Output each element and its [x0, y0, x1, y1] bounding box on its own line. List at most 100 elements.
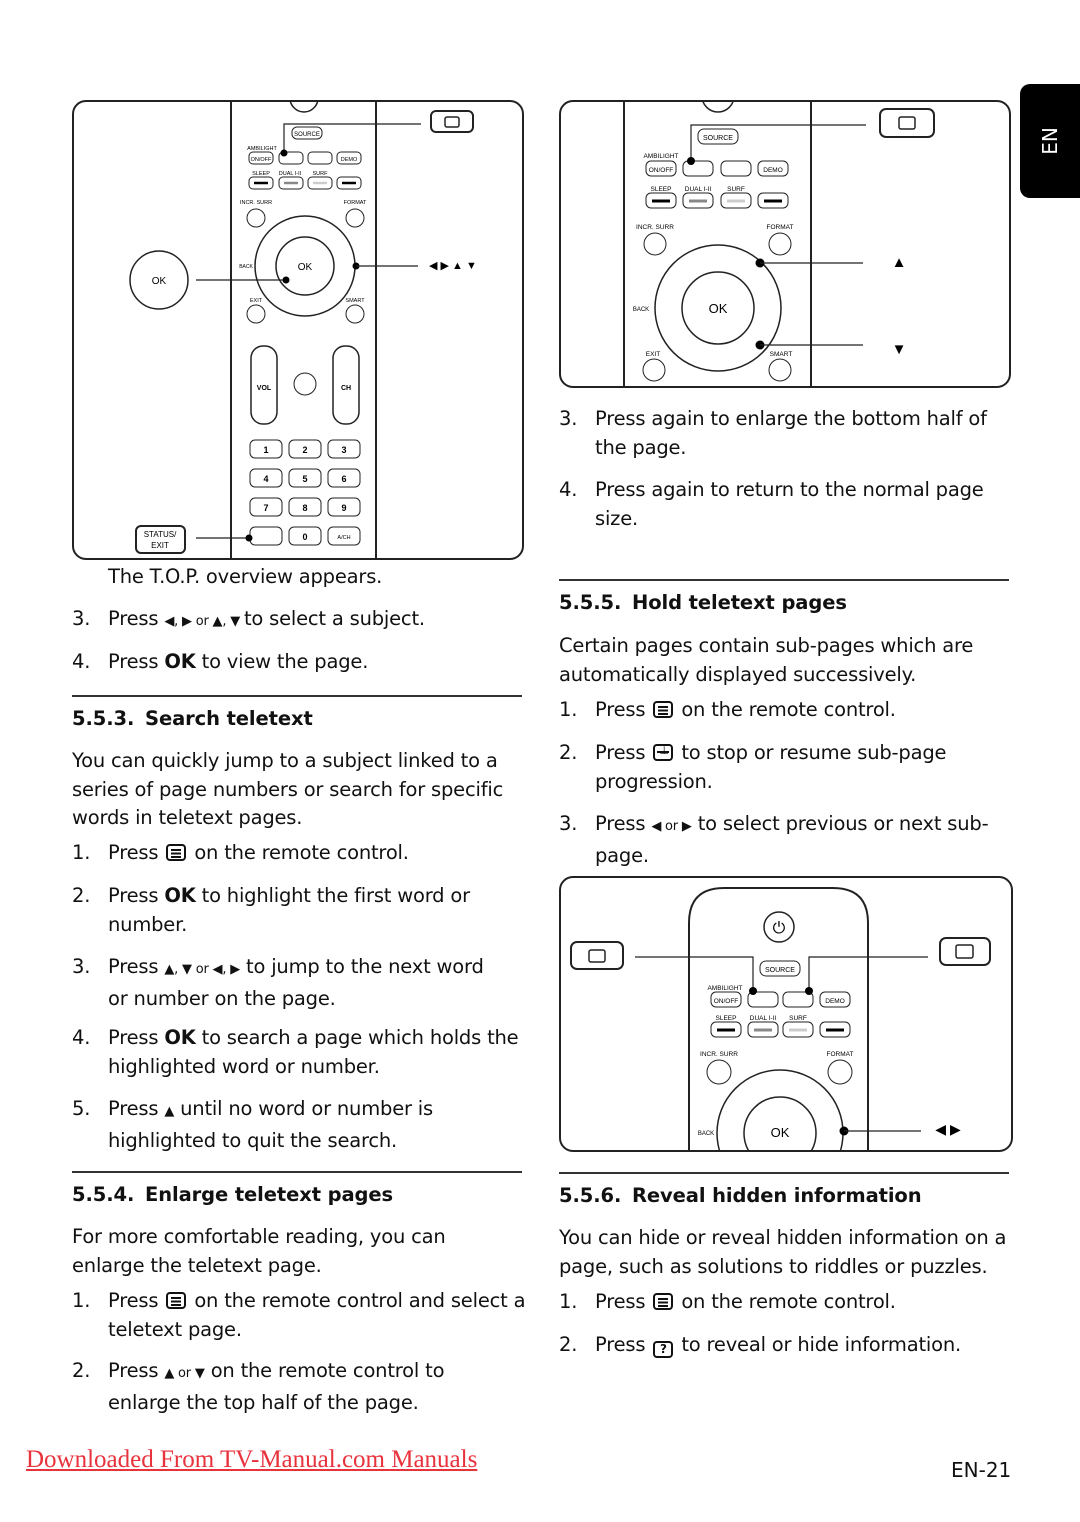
step-text: Press ▲ until no word or number is highl…: [108, 1095, 478, 1155]
step-number: 3.: [72, 955, 91, 978]
hold-intro: Certain pages contain sub-pages which ar…: [559, 634, 974, 686]
step-text: Press OK to search a page which holds th…: [108, 1024, 528, 1081]
teletext-icon: [588, 949, 606, 963]
step-text-part: on the remote control.: [681, 1290, 896, 1313]
step-text: Press ? to reveal or hide information.: [595, 1331, 1015, 1360]
nav-arrows-icons: ◀, ▶ or ▲, ▼: [164, 614, 244, 629]
sleep-label: SLEEP: [252, 171, 270, 177]
status-exit-callout: STATUS/: [144, 530, 177, 539]
ok-callout-label: OK: [152, 276, 167, 287]
step-number: 4.: [72, 1026, 91, 1049]
incr-surr-label: INCR. SURR: [240, 200, 272, 206]
back-label: BACK: [698, 1131, 714, 1137]
top-overview-text: The T.O.P. overview appears.: [108, 565, 383, 588]
step-text-part: Press: [595, 741, 646, 764]
step-text: Press on the remote control.: [108, 839, 528, 868]
teletext-icon: [898, 116, 916, 130]
up-arrow-callout: ▲: [892, 254, 907, 271]
step-number: 2.: [559, 1333, 578, 1356]
ambilight-label: AMBILIGHT: [707, 985, 742, 992]
step-text: Press ◀, ▶ or ▲, ▼ to select a subject.: [108, 605, 528, 637]
step-text-part: to highlight the first word or number.: [108, 884, 470, 936]
step-text: Press on the remote control.: [595, 1288, 1015, 1317]
step-text-part: on the remote control.: [194, 841, 409, 864]
format-label: FORMAT: [827, 1051, 854, 1058]
sleep-label: SLEEP: [716, 1015, 737, 1022]
step-text-part: Press: [108, 1026, 159, 1049]
step-text-part: Press: [108, 607, 165, 630]
step-text-part: Press: [108, 650, 165, 673]
step-text: Press OK to view the page.: [108, 648, 528, 677]
step-text: Press again to enlarge the bottom half o…: [595, 407, 987, 459]
ok-key-label: OK: [164, 1026, 196, 1049]
step-text-part: on the remote control.: [681, 698, 896, 721]
hold-page-icon: [653, 744, 674, 761]
teletext-icon: [653, 701, 674, 718]
step-text-part: Press: [595, 698, 646, 721]
left-right-arrow-icons: ◀ or ▶: [651, 819, 692, 834]
step-text-part: Press: [595, 1290, 646, 1313]
format-label: FORMAT: [344, 200, 367, 206]
surf-label: SURF: [727, 186, 745, 193]
exit-label: EXIT: [646, 351, 660, 358]
step-text-part: Press: [108, 841, 159, 864]
digit-1: 1: [263, 445, 268, 455]
section-divider: [72, 695, 522, 697]
digit-2: 2: [302, 445, 307, 455]
source-label: SOURCE: [294, 132, 320, 138]
reveal-question-icon: ?: [653, 1341, 674, 1358]
step-number: 2.: [72, 1359, 91, 1382]
remote-figure-enlarge: SOURCE AMBILIGHT ON/OFF DEMO SLEEP DUAL …: [559, 100, 1011, 388]
section-number: 5.5.4.: [72, 1183, 135, 1206]
digit-6: 6: [341, 474, 346, 484]
language-tab: EN: [1020, 84, 1080, 198]
section-title: Hold teletext pages: [632, 591, 847, 614]
step-number: 3.: [559, 812, 578, 835]
onoff-label: ON/OFF: [714, 998, 739, 1005]
section-heading-reveal-hidden: 5.5.6. Reveal hidden information: [559, 1184, 922, 1207]
step-text-part: Press: [108, 955, 159, 978]
source-label: SOURCE: [765, 967, 795, 974]
dual-label: DUAL I-II: [685, 186, 712, 193]
vol-label: VOL: [257, 385, 272, 392]
demo-label: DEMO: [341, 157, 358, 163]
nav-arrows-icons: ▲, ▼ or ◀, ▶: [164, 962, 241, 977]
step-text-part: on the remote control to enlarge the top…: [108, 1359, 445, 1414]
step-text-part: Press: [108, 1359, 159, 1382]
exit-label: EXIT: [250, 298, 263, 304]
step-text: Press on the remote control.: [595, 696, 1015, 725]
nav-arrows-callout: ◀ ▶ ▲ ▼: [429, 260, 477, 272]
step-text-part: to reveal or hide information.: [681, 1333, 962, 1356]
digit-0: 0: [302, 532, 307, 542]
teletext-icon: [166, 1292, 187, 1309]
step-number: 1.: [72, 1289, 91, 1312]
remote-illustration: ⏻ SOURCE AMBILIGHT ON/OFF DEMO SLEEP DUA…: [570, 887, 991, 1150]
surf-label: SURF: [313, 171, 329, 177]
step-text: Press ▲ or ▼ on the remote control to en…: [108, 1357, 508, 1417]
remote-figure-top-navigation: SOURCE AMBILIGHT ON/OFF DEMO SLEEP DUAL …: [72, 100, 524, 560]
back-label: BACK: [633, 307, 649, 313]
step-number: 3.: [559, 407, 578, 430]
incr-surr-label: INCR. SURR: [636, 224, 674, 231]
format-label: FORMAT: [767, 224, 794, 231]
download-source-link[interactable]: Downloaded From TV-Manual.com Manuals: [26, 1446, 477, 1474]
section-number: 5.5.6.: [559, 1184, 622, 1207]
smart-label: SMART: [770, 351, 793, 358]
enlarge-intro: For more comfortable reading, you can en…: [72, 1225, 446, 1277]
section-heading-hold-teletext: 5.5.5. Hold teletext pages: [559, 591, 847, 614]
step-text-part: Press: [108, 1289, 159, 1312]
section-divider: [559, 1172, 1009, 1174]
ch-label: CH: [341, 385, 351, 392]
step-text: Press again to return to the normal page…: [595, 478, 984, 530]
section-heading-search-teletext: 5.5.3. Search teletext: [72, 707, 313, 730]
step-text: Press OK to highlight the first word or …: [108, 882, 508, 939]
step-number: 2.: [72, 884, 91, 907]
search-intro: You can quickly jump to a subject linked…: [72, 749, 504, 829]
step-text: Press to stop or resume sub-page progres…: [595, 739, 995, 796]
remote-illustration: SOURCE AMBILIGHT ON/OFF DEMO SLEEP DUAL …: [623, 102, 935, 386]
step-number: 4.: [559, 478, 578, 501]
ok-label: OK: [771, 1125, 790, 1140]
page-number: EN-21: [951, 1458, 1012, 1482]
teletext-icon: [166, 844, 187, 861]
remote-illustration: SOURCE AMBILIGHT ON/OFF DEMO SLEEP DUAL …: [129, 102, 477, 558]
